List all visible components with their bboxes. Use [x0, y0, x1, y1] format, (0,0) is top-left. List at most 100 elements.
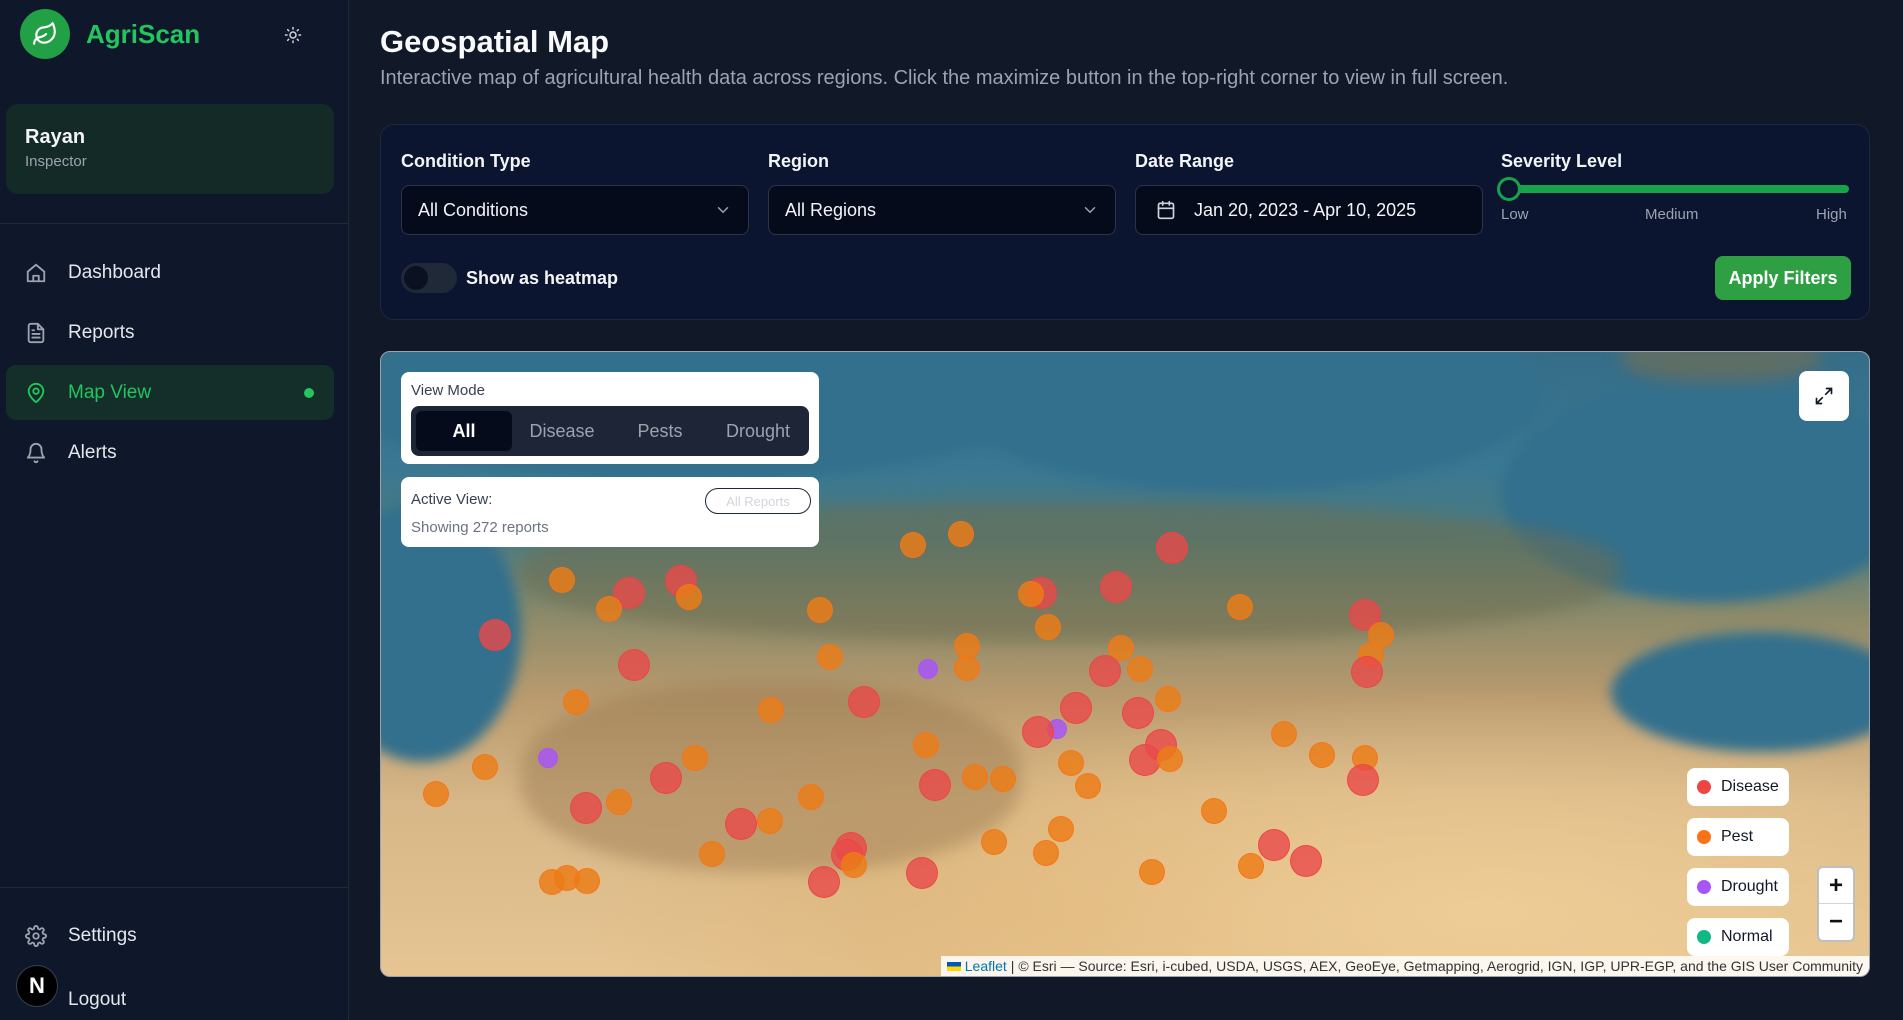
disease-marker[interactable]	[1122, 697, 1154, 729]
zoom-control: + −	[1817, 866, 1855, 942]
framework-badge[interactable]: N	[16, 965, 58, 1007]
pest-marker[interactable]	[699, 841, 725, 867]
disease-marker[interactable]	[1100, 571, 1132, 603]
zoom-in-button[interactable]: +	[1819, 868, 1853, 904]
pest-marker[interactable]	[1157, 746, 1183, 772]
filter-panel: Condition Type All Conditions Region All…	[380, 124, 1870, 320]
pest-marker[interactable]	[962, 764, 988, 790]
condition-type-select[interactable]: All Conditions	[401, 185, 749, 235]
legend-label: Pest	[1721, 828, 1754, 845]
zoom-out-button[interactable]: −	[1819, 904, 1853, 940]
pest-marker[interactable]	[423, 781, 449, 807]
pest-marker[interactable]	[1271, 721, 1297, 747]
leaflet-link[interactable]: Leaflet	[965, 958, 1007, 974]
pest-marker[interactable]	[807, 597, 833, 623]
pest-marker[interactable]	[990, 766, 1016, 792]
pest-marker[interactable]	[1018, 581, 1044, 607]
pest-marker[interactable]	[900, 532, 926, 558]
sea-area	[1611, 632, 1869, 752]
pest-marker[interactable]	[841, 852, 867, 878]
disease-marker[interactable]	[848, 686, 880, 718]
pest-marker[interactable]	[472, 754, 498, 780]
pest-marker[interactable]	[676, 584, 702, 610]
view-mode-all[interactable]: All	[416, 411, 512, 451]
disease-marker[interactable]	[725, 808, 757, 840]
pest-marker[interactable]	[1127, 656, 1153, 682]
pest-marker[interactable]	[948, 521, 974, 547]
pest-marker[interactable]	[1201, 798, 1227, 824]
nav-item-reports[interactable]: Reports	[6, 305, 334, 360]
pest-marker[interactable]	[1155, 686, 1181, 712]
disease-marker[interactable]	[919, 769, 951, 801]
legend-swatch	[1697, 830, 1711, 844]
file-text-icon	[24, 321, 48, 345]
nav-item-dashboard[interactable]: Dashboard	[6, 245, 334, 300]
user-card[interactable]: Rayan Inspector	[6, 104, 334, 194]
pest-marker[interactable]	[798, 784, 824, 810]
pest-marker[interactable]	[954, 655, 980, 681]
disease-marker[interactable]	[1156, 532, 1188, 564]
pest-marker[interactable]	[606, 789, 632, 815]
home-icon	[24, 261, 48, 285]
pest-marker[interactable]	[596, 596, 622, 622]
nav-item-map-view[interactable]: Map View	[6, 365, 334, 420]
heatmap-toggle[interactable]	[401, 263, 457, 293]
drought-marker[interactable]	[538, 748, 558, 768]
apply-filters-button[interactable]: Apply Filters	[1715, 256, 1851, 300]
disease-marker[interactable]	[479, 619, 511, 651]
pest-marker[interactable]	[549, 567, 575, 593]
legend-swatch	[1697, 880, 1711, 894]
disease-marker[interactable]	[1351, 656, 1383, 688]
disease-marker[interactable]	[1347, 764, 1379, 796]
nav-item-settings[interactable]: Settings	[6, 908, 334, 963]
view-mode-pests[interactable]: Pests	[612, 411, 708, 451]
pest-marker[interactable]	[563, 689, 589, 715]
nav-item-alerts[interactable]: Alerts	[6, 425, 334, 480]
region-value: All Regions	[785, 199, 877, 220]
disease-marker[interactable]	[1258, 829, 1290, 861]
pest-marker[interactable]	[1227, 594, 1253, 620]
pest-marker[interactable]	[574, 868, 600, 894]
pest-marker[interactable]	[1035, 614, 1061, 640]
pest-marker[interactable]	[1309, 742, 1335, 768]
date-range-picker[interactable]: Jan 20, 2023 - Apr 10, 2025	[1135, 185, 1483, 235]
pest-marker[interactable]	[682, 745, 708, 771]
pest-marker[interactable]	[1033, 840, 1059, 866]
disease-marker[interactable]	[1060, 692, 1092, 724]
sun-icon	[284, 26, 302, 44]
pest-marker[interactable]	[1139, 859, 1165, 885]
pest-marker[interactable]	[1058, 750, 1084, 776]
pest-marker[interactable]	[1048, 816, 1074, 842]
severity-slider[interactable]	[1497, 177, 1849, 201]
active-view-chip[interactable]: All Reports	[705, 488, 811, 514]
disease-marker[interactable]	[906, 857, 938, 889]
theme-toggle-button[interactable]	[278, 20, 308, 50]
pest-marker[interactable]	[757, 808, 783, 834]
pest-marker[interactable]	[913, 732, 939, 758]
legend-label: Drought	[1721, 878, 1778, 895]
pest-marker[interactable]	[1368, 622, 1394, 648]
disease-marker[interactable]	[1022, 716, 1054, 748]
map-container[interactable]: View Mode All Disease Pests Drought Acti…	[380, 351, 1870, 977]
maximize-icon	[1815, 387, 1833, 405]
drought-marker[interactable]	[918, 659, 938, 679]
disease-marker[interactable]	[1089, 655, 1121, 687]
nav-label: Reports	[68, 321, 135, 343]
disease-marker[interactable]	[650, 762, 682, 794]
slider-thumb[interactable]	[1497, 177, 1521, 201]
disease-marker[interactable]	[808, 866, 840, 898]
disease-marker[interactable]	[618, 649, 650, 681]
view-mode-drought[interactable]: Drought	[710, 411, 806, 451]
pest-marker[interactable]	[981, 829, 1007, 855]
pest-marker[interactable]	[758, 697, 784, 723]
pest-marker[interactable]	[1238, 853, 1264, 879]
disease-marker[interactable]	[570, 792, 602, 824]
view-mode-disease[interactable]: Disease	[514, 411, 610, 451]
fullscreen-button[interactable]	[1799, 371, 1849, 421]
pest-marker[interactable]	[817, 644, 843, 670]
disease-marker[interactable]	[1290, 845, 1322, 877]
pest-marker[interactable]	[1075, 773, 1101, 799]
app-name: AgriScan	[86, 18, 201, 49]
region-select[interactable]: All Regions	[768, 185, 1116, 235]
brand[interactable]: AgriScan	[20, 8, 200, 60]
